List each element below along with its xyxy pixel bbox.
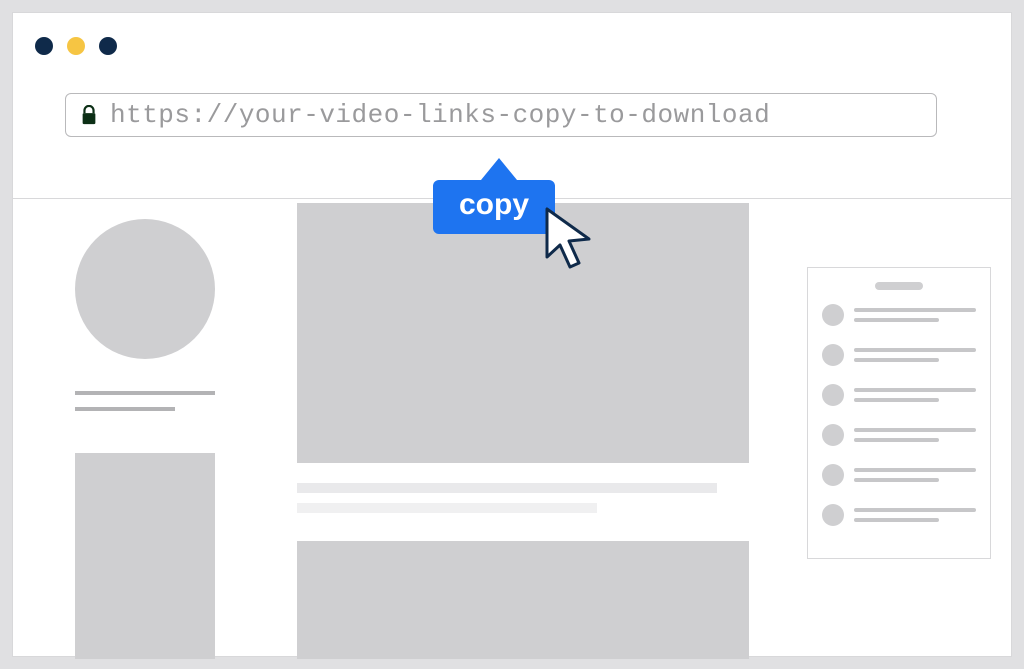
item-text-placeholder: [854, 348, 976, 362]
tooltip-arrow-icon: [481, 158, 517, 180]
video-title-placeholder: [297, 483, 717, 493]
window-dot-close-icon[interactable]: [35, 37, 53, 55]
item-avatar-placeholder: [822, 504, 844, 526]
item-text-placeholder: [854, 468, 976, 482]
browser-window: https://your-video-links-copy-to-downloa…: [12, 12, 1012, 657]
item-avatar-placeholder: [822, 384, 844, 406]
list-item: [822, 344, 976, 366]
list-item: [822, 304, 976, 326]
list-item: [822, 384, 976, 406]
window-controls: [35, 37, 117, 55]
video-subtitle-placeholder: [297, 503, 597, 513]
list-item: [822, 424, 976, 446]
window-dot-minimize-icon[interactable]: [67, 37, 85, 55]
page-content: [13, 199, 1011, 656]
sidebar-card: [807, 267, 991, 559]
copy-tooltip[interactable]: copy: [433, 158, 555, 234]
item-avatar-placeholder: [822, 424, 844, 446]
item-text-placeholder: [854, 508, 976, 522]
video-thumbnail-placeholder: [297, 541, 749, 659]
item-text-placeholder: [854, 308, 976, 322]
left-panel-placeholder: [75, 453, 215, 659]
item-text-placeholder: [854, 388, 976, 402]
item-avatar-placeholder: [822, 344, 844, 366]
copy-button-label: copy: [433, 180, 555, 234]
item-avatar-placeholder: [822, 304, 844, 326]
item-avatar-placeholder: [822, 464, 844, 486]
item-text-placeholder: [854, 428, 976, 442]
video-thumbnail-placeholder: [297, 203, 749, 463]
lock-icon: [80, 105, 98, 125]
window-dot-zoom-icon[interactable]: [99, 37, 117, 55]
address-bar[interactable]: https://your-video-links-copy-to-downloa…: [65, 93, 937, 137]
list-item: [822, 464, 976, 486]
channel-name-placeholder: [75, 391, 215, 395]
cursor-icon: [543, 205, 599, 282]
channel-avatar-placeholder: [75, 219, 215, 359]
channel-subtext-placeholder: [75, 407, 175, 411]
url-text: https://your-video-links-copy-to-downloa…: [110, 100, 770, 130]
list-item: [822, 504, 976, 526]
sidebar-handle-icon: [875, 282, 923, 290]
